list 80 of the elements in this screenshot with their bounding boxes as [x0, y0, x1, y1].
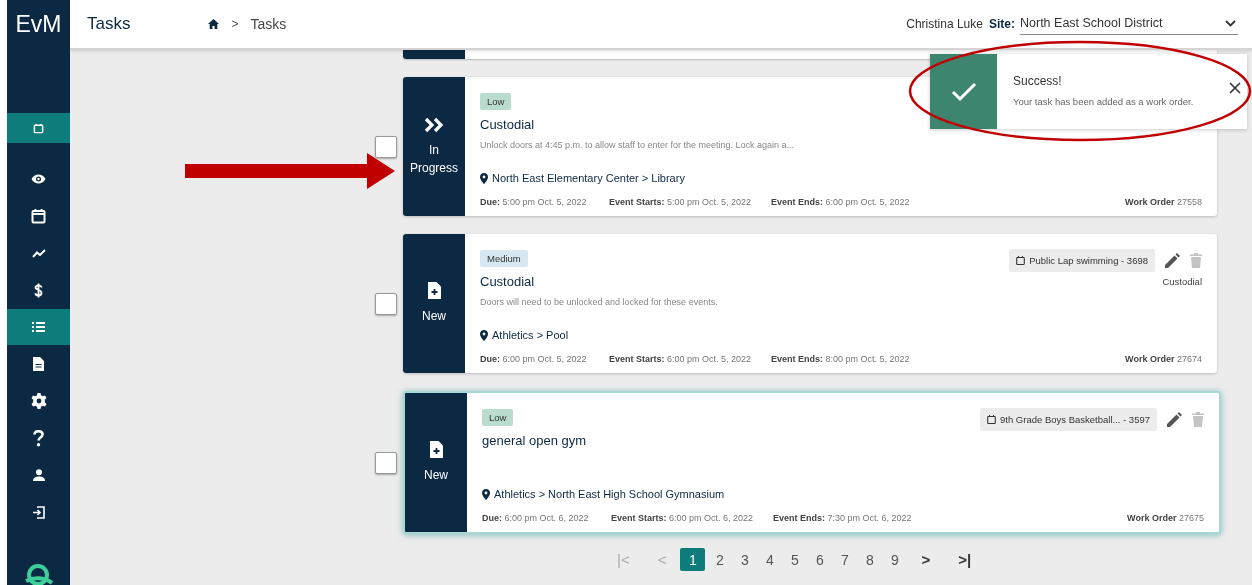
page-button[interactable]: 2 [707, 548, 733, 571]
site-dropdown[interactable]: North East School District [1020, 13, 1238, 35]
task-title: Custodial [480, 117, 535, 132]
work-order: Work Order 27675 [1127, 513, 1204, 523]
next-page-button[interactable]: > [921, 551, 931, 568]
toast-title: Success! [1013, 74, 1063, 88]
status-label: New [421, 308, 447, 325]
page-button[interactable]: 7 [832, 548, 858, 571]
page-button[interactable]: 8 [857, 548, 883, 571]
event-end: Event Ends: 8:00 pm Oct. 5, 2022 [771, 354, 910, 364]
location-text: Athletics > Pool [492, 329, 569, 341]
priority-tag: Low [482, 409, 514, 426]
app-logo: EvM [14, 9, 63, 39]
brand-logo-icon [23, 563, 54, 585]
priority-tag: Low [480, 93, 512, 110]
calendar-icon [33, 122, 44, 134]
last-page-button[interactable]: >| [958, 551, 972, 568]
task-title: Custodial [480, 274, 535, 289]
close-icon[interactable] [1229, 82, 1241, 94]
page-title: Tasks [87, 14, 131, 34]
page-button[interactable]: 1 [680, 548, 706, 571]
event-chip[interactable]: Public Lap swimming - 3698 [1009, 249, 1155, 272]
task-description: Doors will need to be unlocked and locked for these events. [480, 297, 718, 307]
due-date: Due: 6:00 pm Oct. 5, 2022 [480, 354, 588, 364]
calendar-icon [987, 415, 996, 424]
work-order: Work Order 27674 [1125, 354, 1202, 364]
checkbox[interactable] [375, 451, 397, 474]
trend-icon [31, 248, 46, 258]
checkbox[interactable] [375, 135, 397, 158]
page-button[interactable]: 5 [782, 548, 808, 571]
status-label: In Progress [409, 141, 459, 177]
work-order: Work Order 27558 [1125, 197, 1202, 207]
location-text: North East Elementary Center > Library [492, 172, 685, 184]
dollar-icon [34, 282, 43, 298]
location-pin-icon [480, 172, 488, 184]
calendar-icon [31, 208, 46, 224]
file-plus-icon [427, 282, 441, 299]
breadcrumb-separator: > [231, 17, 239, 31]
toast-message: Your task has been added as a work order. [1013, 96, 1195, 107]
task-title: general open gym [482, 433, 587, 448]
list-icon [32, 322, 45, 332]
location-text: Athletics > North East High School Gymnasium [494, 488, 725, 500]
event-end: Event Ends: 7:30 pm Oct. 6, 2022 [773, 513, 912, 523]
home-icon[interactable] [208, 19, 220, 29]
calendar-icon [1016, 256, 1026, 265]
task-card[interactable] [403, 391, 1221, 534]
category-label: Custodial [1162, 276, 1202, 287]
page-button[interactable]: 4 [757, 548, 783, 571]
page-button[interactable]: 6 [807, 548, 833, 571]
sign-in-icon [32, 505, 45, 519]
event-start: Event Starts: 6:00 pm Oct. 6, 2022 [611, 513, 755, 523]
task-description: Unlock doors at 4:45 p.m. to allow staff to enter for the meeting. Lock again a... [480, 140, 794, 150]
event-chip[interactable]: 9th Grade Boys Basketball... - 3597 [980, 408, 1157, 431]
chevron-down-icon [1225, 19, 1236, 27]
page-button[interactable]: 9 [882, 548, 908, 571]
checkmark-icon [950, 81, 977, 102]
location-pin-icon [482, 488, 490, 500]
due-date: Due: 6:00 pm Oct. 6, 2022 [482, 513, 590, 523]
edit-icon[interactable] [1167, 412, 1182, 427]
file-icon [33, 357, 44, 371]
double-chevron-icon [424, 116, 444, 133]
user-icon [32, 469, 45, 481]
checkbox[interactable] [375, 292, 397, 315]
location-pin-icon [480, 329, 488, 341]
event-start: Event Starts: 5:00 pm Oct. 5, 2022 [609, 197, 753, 207]
page-button[interactable]: 3 [732, 548, 758, 571]
help-icon [33, 429, 44, 447]
due-date: Due: 5:00 pm Oct. 5, 2022 [480, 197, 588, 207]
settings-icon [30, 393, 47, 409]
event-end: Event Ends: 6:00 pm Oct. 5, 2022 [771, 197, 910, 207]
task-card[interactable] [403, 234, 1217, 373]
user-name: Christina Luke [906, 17, 983, 31]
status-label: New [423, 467, 449, 484]
edit-icon[interactable] [1165, 253, 1180, 268]
eye-icon [31, 174, 46, 184]
site-label: Site: [989, 17, 1015, 31]
file-plus-icon [429, 441, 443, 458]
event-start: Event Starts: 6:00 pm Oct. 5, 2022 [609, 354, 753, 364]
priority-tag: Medium [480, 250, 528, 267]
breadcrumb-item[interactable]: Tasks [250, 16, 287, 32]
